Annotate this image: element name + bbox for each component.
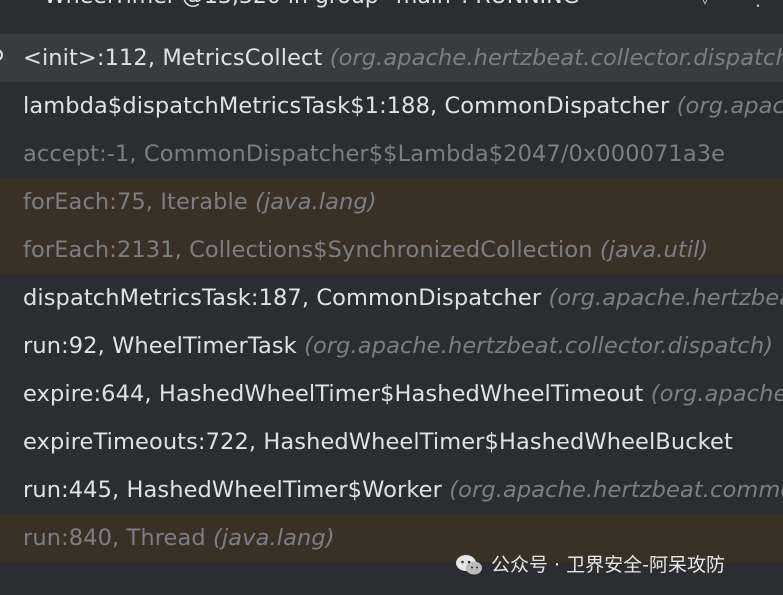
frame-package: (java.util) xyxy=(599,237,709,263)
frame-row[interactable]: expire:644, HashedWheelTimer$HashedWheel… xyxy=(0,370,783,418)
more-icon[interactable]: ⋮ xyxy=(748,0,768,10)
filter-icon[interactable]: ▿ xyxy=(700,0,710,10)
frame-row[interactable]: run:92, WheelTimerTask (org.apache.hertz… xyxy=(0,322,783,370)
frame-row[interactable]: run:445, HashedWheelTimer$Worker (org.ap… xyxy=(0,466,783,514)
frame-location: forEach:75, Iterable xyxy=(23,189,248,215)
frame-row[interactable]: accept:-1, CommonDispatcher$$Lambda$2047… xyxy=(0,130,783,178)
frame-row[interactable]: <init>:112, MetricsCollect (org.apache.h… xyxy=(0,34,783,82)
frame-package: (org.apache.hertzbeat.collector.dispatch… xyxy=(676,93,783,119)
frame-package: (org.apache.hertzbeat.common) xyxy=(449,477,783,503)
frame-package: (java.lang) xyxy=(213,525,335,551)
frame-package: (org.apache.hertzbeat.collector.dispatch… xyxy=(548,285,783,311)
frame-location: accept:-1, CommonDispatcher$$Lambda$2047… xyxy=(23,141,726,167)
wechat-icon xyxy=(456,555,482,575)
frame-location: run:92, WheelTimerTask xyxy=(23,333,297,359)
frame-row[interactable]: forEach:2131, Collections$SynchronizedCo… xyxy=(0,226,783,274)
current-frame-icon xyxy=(0,49,3,61)
frame-location: expire:644, HashedWheelTimer$HashedWheel… xyxy=(23,381,644,407)
thread-title: 'WheelTimer'@13,320 in group "main": RUN… xyxy=(38,0,580,9)
frame-location: dispatchMetricsTask:187, CommonDispatche… xyxy=(23,285,542,311)
frame-location: lambda$dispatchMetricsTask$1:188, Common… xyxy=(23,93,670,119)
frame-package: (org.apache.hertzbeat.common) xyxy=(650,381,783,407)
frame-row[interactable]: forEach:75, Iterable (java.lang) xyxy=(0,178,783,226)
watermark: 公众号 · 卫界安全-阿呆攻防 xyxy=(455,550,725,580)
frame-package: (org.apache.hertzbeat.collector.dispatch… xyxy=(304,333,774,359)
watermark-text: 公众号 · 卫界安全-阿呆攻防 xyxy=(491,554,725,576)
frame-row[interactable]: dispatchMetricsTask:187, CommonDispatche… xyxy=(0,274,783,322)
frames-list: <init>:112, MetricsCollect (org.apache.h… xyxy=(0,34,783,562)
frame-location: run:445, HashedWheelTimer$Worker xyxy=(23,477,442,503)
frame-row[interactable]: expireTimeouts:722, HashedWheelTimer$Has… xyxy=(0,418,783,466)
frame-row[interactable]: lambda$dispatchMetricsTask$1:188, Common… xyxy=(0,82,783,130)
thread-header: 'WheelTimer'@13,320 in group "main": RUN… xyxy=(0,0,783,34)
frame-location: expireTimeouts:722, HashedWheelTimer$Has… xyxy=(23,429,733,455)
frame-package: (java.lang) xyxy=(255,189,377,215)
frame-package: (org.apache.hertzbeat.collector.dispatch… xyxy=(329,45,783,71)
frame-location: <init>:112, MetricsCollect xyxy=(23,45,323,71)
frame-location: forEach:2131, Collections$SynchronizedCo… xyxy=(23,237,593,263)
frame-location: run:840, Thread xyxy=(23,525,206,551)
